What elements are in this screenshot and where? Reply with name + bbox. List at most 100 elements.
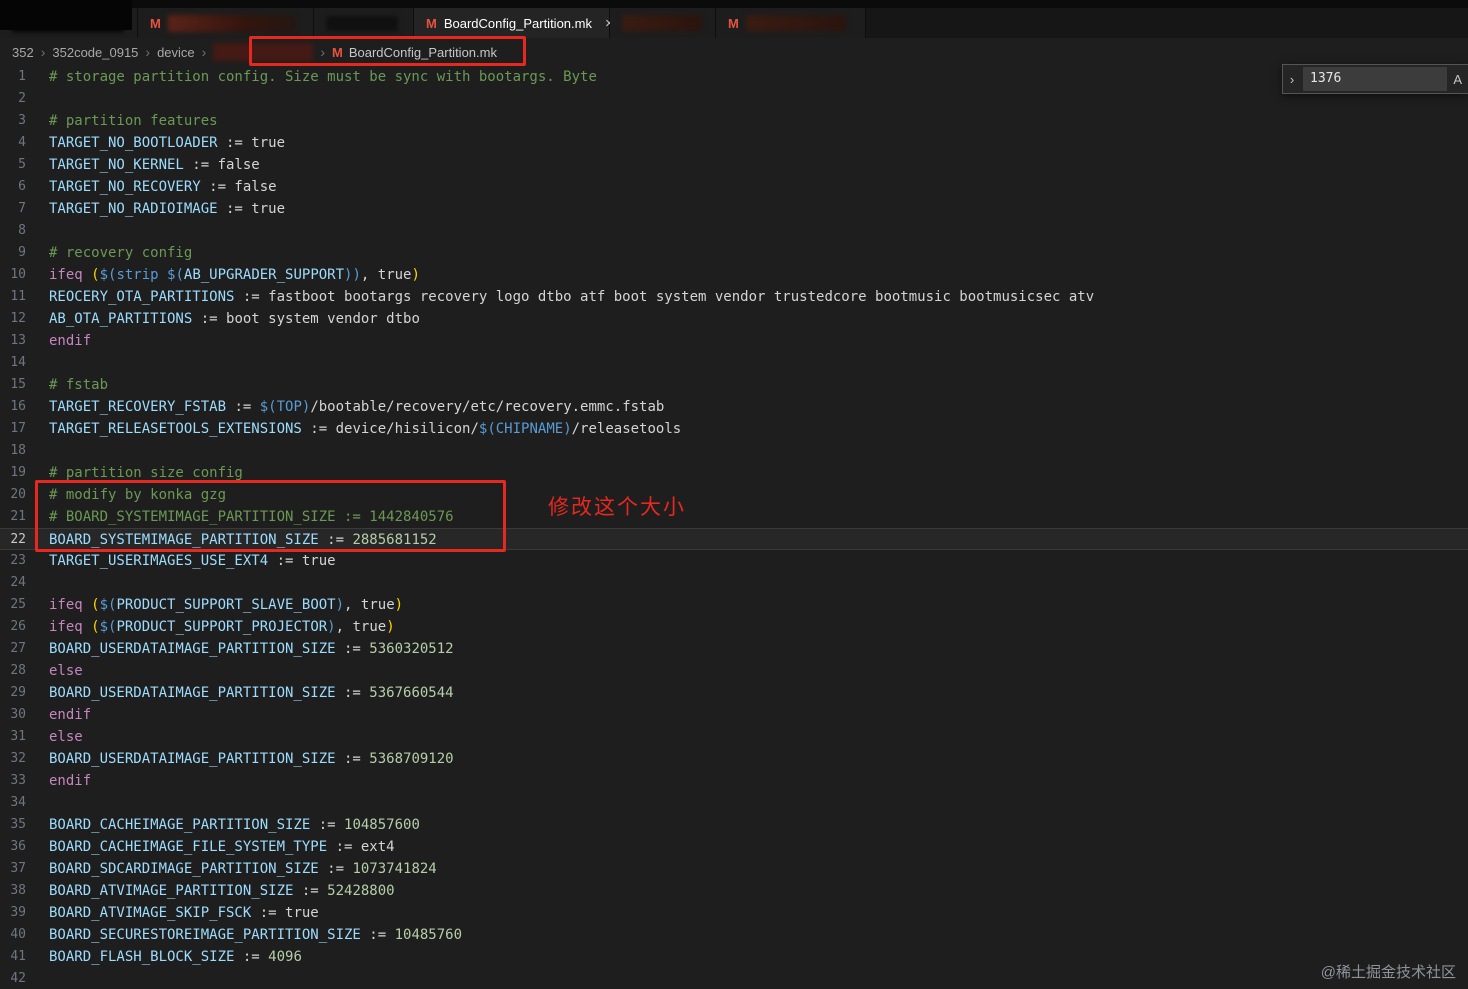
line-number: 10 (10, 267, 26, 282)
line-number: 9 (18, 245, 26, 260)
code-line-12[interactable]: 12 AB_OTA_PARTITIONS := boot system vendo… (0, 308, 1468, 330)
chevron-right-icon: › (145, 44, 151, 60)
code-line-25[interactable]: 25 ifeq ($(PRODUCT_SUPPORT_SLAVE_BOOT), t… (0, 594, 1468, 616)
breadcrumb-item-352[interactable]: 352 (12, 45, 34, 60)
code-line-7[interactable]: 7 TARGET_NO_RADIOIMAGE := true (0, 198, 1468, 220)
code-line-11[interactable]: 11 REOCERY_OTA_PARTITIONS := fastboot boo… (0, 286, 1468, 308)
code-text: BOARD_USERDATAIMAGE_PARTITION_SIZE := 53… (49, 751, 454, 767)
code-line-37[interactable]: 37 BOARD_SDCARDIMAGE_PARTITION_SIZE := 10… (0, 858, 1468, 880)
breadcrumb-file[interactable]: M BoardConfig_Partition.mk (332, 45, 497, 60)
line-number: 40 (10, 927, 26, 942)
code-line-4[interactable]: 4 TARGET_NO_BOOTLOADER := true (0, 132, 1468, 154)
breadcrumb-item-device[interactable]: device (157, 45, 195, 60)
line-number: 39 (10, 905, 26, 920)
code-line-18[interactable]: 18 (0, 440, 1468, 462)
breadcrumb: 352 › 352code_0915 › device › › M BoardC… (0, 38, 1468, 66)
code-text: # fstab (49, 377, 109, 393)
find-expand-chevron-icon[interactable]: › (1285, 72, 1299, 87)
tab-redacted-3[interactable] (314, 8, 414, 38)
code-line-33[interactable]: 33 endif (0, 770, 1468, 792)
code-text: TARGET_USERIMAGES_USE_EXT4 := true (49, 553, 336, 569)
code-editor[interactable]: 1 # storage partition config. Size must b… (0, 66, 1468, 989)
line-number: 8 (18, 223, 26, 238)
line-number: 32 (10, 751, 26, 766)
code-line-1[interactable]: 1 # storage partition config. Size must b… (0, 66, 1468, 88)
editor-tab-bar: M M BoardConfig_Partition.mk × M (0, 0, 1468, 38)
code-text: TARGET_NO_BOOTLOADER := true (49, 135, 286, 151)
code-line-21[interactable]: 21 # BOARD_SYSTEMIMAGE_PARTITION_SIZE := … (0, 506, 1468, 528)
code-line-20[interactable]: 20 # modify by konka gzg (0, 484, 1468, 506)
code-line-9[interactable]: 9 # recovery config (0, 242, 1468, 264)
code-text: BOARD_USERDATAIMAGE_PARTITION_SIZE := 53… (49, 685, 454, 701)
redacted-tab-label (167, 14, 296, 32)
code-line-41[interactable]: 41 BOARD_FLASH_BLOCK_SIZE := 4096 (0, 946, 1468, 968)
match-case-button[interactable]: A (1451, 72, 1464, 87)
code-line-22[interactable]: 22 BOARD_SYSTEMIMAGE_PARTITION_SIZE := 28… (0, 528, 1468, 550)
code-text: AB_OTA_PARTITIONS := boot system vendor … (49, 311, 420, 327)
code-line-27[interactable]: 27 BOARD_USERDATAIMAGE_PARTITION_SIZE := … (0, 638, 1468, 660)
chevron-right-icon: › (201, 44, 207, 60)
code-line-19[interactable]: 19 # partition size config (0, 462, 1468, 484)
code-line-34[interactable]: 34 (0, 792, 1468, 814)
tab-redacted-5[interactable]: M (716, 8, 866, 38)
code-text: TARGET_NO_RADIOIMAGE := true (49, 201, 286, 217)
code-line-30[interactable]: 30 endif (0, 704, 1468, 726)
redacted-tab-label (745, 15, 846, 31)
line-number: 13 (10, 333, 26, 348)
code-line-26[interactable]: 26 ifeq ($(PRODUCT_SUPPORT_PROJECTOR), tr… (0, 616, 1468, 638)
find-widget: › 1376 A (1282, 64, 1468, 94)
code-text: BOARD_CACHEIMAGE_PARTITION_SIZE := 10485… (49, 817, 420, 833)
code-line-24[interactable]: 24 (0, 572, 1468, 594)
breadcrumb-item-352code[interactable]: 352code_0915 (52, 45, 138, 60)
line-number: 16 (10, 399, 26, 414)
code-line-31[interactable]: 31 else (0, 726, 1468, 748)
tab-boardconfig-partition[interactable]: M BoardConfig_Partition.mk × (414, 8, 614, 38)
code-line-17[interactable]: 17 TARGET_RELEASETOOLS_EXTENSIONS := devi… (0, 418, 1468, 440)
tab-redacted-4[interactable] (610, 8, 716, 38)
code-line-39[interactable]: 39 BOARD_ATVIMAGE_SKIP_FSCK := true (0, 902, 1468, 924)
code-line-32[interactable]: 32 BOARD_USERDATAIMAGE_PARTITION_SIZE := … (0, 748, 1468, 770)
code-line-5[interactable]: 5 TARGET_NO_KERNEL := false (0, 154, 1468, 176)
line-number: 37 (10, 861, 26, 876)
code-text: endif (49, 707, 92, 723)
code-line-38[interactable]: 38 BOARD_ATVIMAGE_PARTITION_SIZE := 52428… (0, 880, 1468, 902)
line-number: 41 (10, 949, 26, 964)
code-line-14[interactable]: 14 (0, 352, 1468, 374)
line-number: 17 (10, 421, 26, 436)
code-line-28[interactable]: 28 else (0, 660, 1468, 682)
line-number: 38 (10, 883, 26, 898)
code-line-42[interactable]: 42 (0, 968, 1468, 989)
code-line-40[interactable]: 40 BOARD_SECURESTOREIMAGE_PARTITION_SIZE … (0, 924, 1468, 946)
code-line-2[interactable]: 2 (0, 88, 1468, 110)
code-line-3[interactable]: 3 # partition features (0, 110, 1468, 132)
line-number: 27 (10, 641, 26, 656)
code-line-8[interactable]: 8 (0, 220, 1468, 242)
code-text: BOARD_ATVIMAGE_SKIP_FSCK := true (49, 905, 319, 921)
makefile-icon: M (332, 44, 343, 60)
line-number: 7 (18, 201, 26, 216)
code-text: else (49, 663, 83, 679)
code-line-15[interactable]: 15 # fstab (0, 374, 1468, 396)
code-text: TARGET_RECOVERY_FSTAB := $(TOP)/bootable… (49, 399, 665, 415)
line-number: 36 (10, 839, 26, 854)
line-number: 18 (10, 443, 26, 458)
find-input[interactable]: 1376 (1303, 67, 1448, 91)
code-line-29[interactable]: 29 BOARD_USERDATAIMAGE_PARTITION_SIZE := … (0, 682, 1468, 704)
code-text: ifeq ($(strip $(AB_UPGRADER_SUPPORT)), t… (49, 267, 420, 283)
code-line-35[interactable]: 35 BOARD_CACHEIMAGE_PARTITION_SIZE := 104… (0, 814, 1468, 836)
code-line-6[interactable]: 6 TARGET_NO_RECOVERY := false (0, 176, 1468, 198)
code-line-10[interactable]: 10 ifeq ($(strip $(AB_UPGRADER_SUPPORT)),… (0, 264, 1468, 286)
line-number: 5 (18, 157, 26, 172)
watermark: @稀土掘金技术社区 (1320, 964, 1456, 981)
tab-redacted-2[interactable]: M (138, 8, 314, 38)
redacted-tab-label (622, 15, 702, 31)
code-line-13[interactable]: 13 endif (0, 330, 1468, 352)
code-text: # BOARD_SYSTEMIMAGE_PARTITION_SIZE := 14… (49, 509, 454, 525)
code-line-36[interactable]: 36 BOARD_CACHEIMAGE_FILE_SYSTEM_TYPE := e… (0, 836, 1468, 858)
code-text: # partition features (49, 113, 218, 129)
code-line-23[interactable]: 23 TARGET_USERIMAGES_USE_EXT4 := true (0, 550, 1468, 572)
code-line-16[interactable]: 16 TARGET_RECOVERY_FSTAB := $(TOP)/bootab… (0, 396, 1468, 418)
